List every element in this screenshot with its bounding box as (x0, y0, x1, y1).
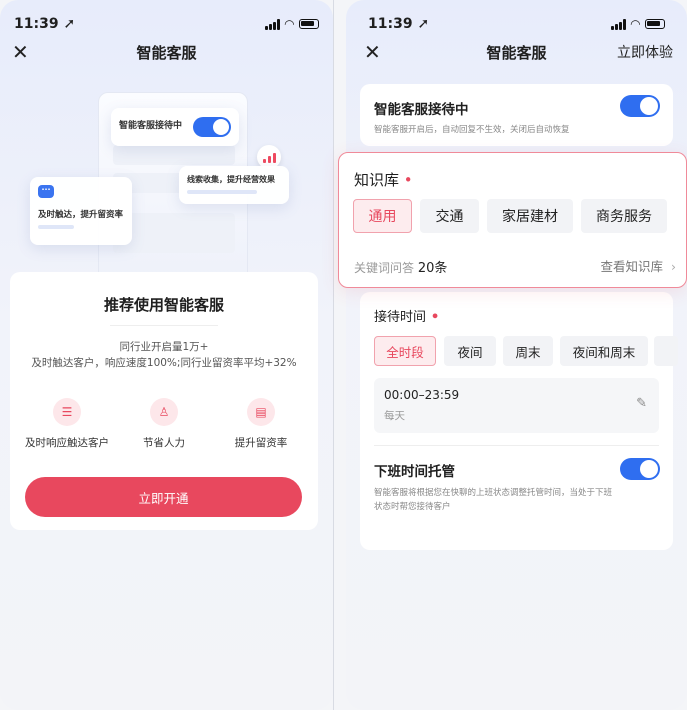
page-title: 智能客服 (136, 43, 197, 62)
qa-label: 关键词问答 (354, 261, 415, 275)
offhours-title: 下班时间托管 (374, 464, 455, 480)
chat-icon: ··· (38, 185, 54, 198)
illustration-leads-card: 线索收集，提升经营效果 (179, 166, 289, 204)
kb-chip-general[interactable]: 通用 (353, 199, 412, 233)
settings-card: 接待时间 • 全时段 夜间 周末 夜间和周末 00:00–23:59 每天 ✎ … (360, 292, 678, 550)
nav-bar: ✕ 智能客服 (0, 38, 333, 66)
required-mark: • (430, 309, 440, 325)
time-repeat: 每天 (384, 410, 405, 422)
schedule-title: 接待时间 (374, 310, 427, 325)
time-chip-weekend[interactable]: 周末 (503, 336, 553, 366)
reception-desc: 智能客服开启后，自动回复不生效，关闭后自动恢复 (374, 125, 570, 135)
offhours-desc-2: 状态时帮您接待客户 (374, 502, 451, 512)
qa-count: 20条 (417, 261, 448, 276)
left-screen: 11:39 ➚ ◠ ✕ 智能客服 智能客服接待中 线索收集，提升经营效果 ···… (0, 0, 333, 710)
divider (333, 0, 334, 710)
status-bar: 11:39 ➚ ◠ (368, 14, 665, 34)
reception-card: 智能客服接待中 智能客服开启后，自动回复不生效，关闭后自动恢复 (360, 84, 673, 146)
signal-icon (264, 18, 280, 30)
knowledge-base-panel: 知识库 • 通用 交通 家居建材 商务服务 关键词问答 20条 查看知识库 › (338, 152, 687, 288)
feature-respond: ☰ 及时响应触达客户 (17, 398, 117, 450)
time-chip-more[interactable] (654, 336, 678, 366)
illustration-toggle-card: 智能客服接待中 (111, 108, 239, 146)
battery-icon (645, 19, 665, 29)
time-range: 00:00–23:59 (384, 388, 460, 402)
time-chip-all[interactable]: 全时段 (374, 336, 436, 366)
recommend-desc: 及时触达客户，响应速度100%;同行业留资率平均+32% (31, 357, 297, 369)
signal-icon (610, 18, 626, 30)
try-now-link[interactable]: 立即体验 (617, 42, 673, 62)
kb-chip-home-building[interactable]: 家居建材 (487, 199, 573, 233)
divider (374, 445, 659, 446)
person-icon: ♙ (150, 398, 178, 426)
recommend-card: 推荐使用智能客服 同行业开启量1万+ 及时触达客户，响应速度100%;同行业留资… (10, 272, 318, 530)
reception-toggle[interactable] (620, 95, 660, 117)
close-icon[interactable]: ✕ (12, 40, 29, 64)
offhours-desc: 智能客服将根据您在快聊的上班状态调整托管时间，当处于下班 (374, 488, 613, 498)
kb-chip-traffic[interactable]: 交通 (420, 199, 479, 233)
edit-icon[interactable]: ✎ (636, 396, 647, 411)
kb-chip-business[interactable]: 商务服务 (581, 199, 667, 233)
close-icon[interactable]: ✕ (364, 40, 381, 64)
illustration-reach-card: ··· 及时触达，提升留资率 (30, 177, 132, 245)
chevron-right-icon: › (671, 259, 676, 274)
knowledge-title: 知识库 (354, 171, 400, 189)
right-screen: 11:39 ➚ ◠ ✕ 智能客服 立即体验 智能客服接待中 智能客服开启后，自动… (346, 0, 687, 710)
time-chip-night[interactable]: 夜间 (444, 336, 496, 366)
divider (110, 325, 218, 326)
wifi-icon: ◠ (630, 17, 640, 31)
offhours-toggle[interactable] (620, 458, 660, 480)
open-now-button[interactable]: 立即开通 (25, 477, 302, 517)
status-time: 11:39 ➚ (14, 16, 76, 32)
wifi-icon: ◠ (284, 17, 294, 31)
view-knowledge-link[interactable]: 查看知识库 › (601, 256, 677, 275)
time-chip-night-weekend[interactable]: 夜间和周末 (560, 336, 648, 366)
battery-icon (299, 19, 319, 29)
nav-bar: ✕ 智能客服 立即体验 (346, 38, 687, 66)
feature-retention: ▤ 提升留资率 (211, 398, 311, 450)
time-range-box[interactable]: 00:00–23:59 每天 ✎ (374, 378, 659, 433)
required-mark: • (403, 171, 413, 189)
page-title: 智能客服 (486, 43, 547, 62)
document-icon: ▤ (247, 398, 275, 426)
chat-icon: ☰ (53, 398, 81, 426)
reception-title: 智能客服接待中 (374, 102, 469, 118)
recommend-stat: 同行业开启量1万+ (119, 341, 209, 353)
status-time: 11:39 ➚ (368, 16, 430, 32)
recommend-title: 推荐使用智能客服 (103, 296, 224, 314)
feature-save-manpower: ♙ 节省人力 (114, 398, 214, 450)
status-bar: 11:39 ➚ ◠ (14, 14, 319, 34)
toggle-icon (193, 117, 231, 137)
